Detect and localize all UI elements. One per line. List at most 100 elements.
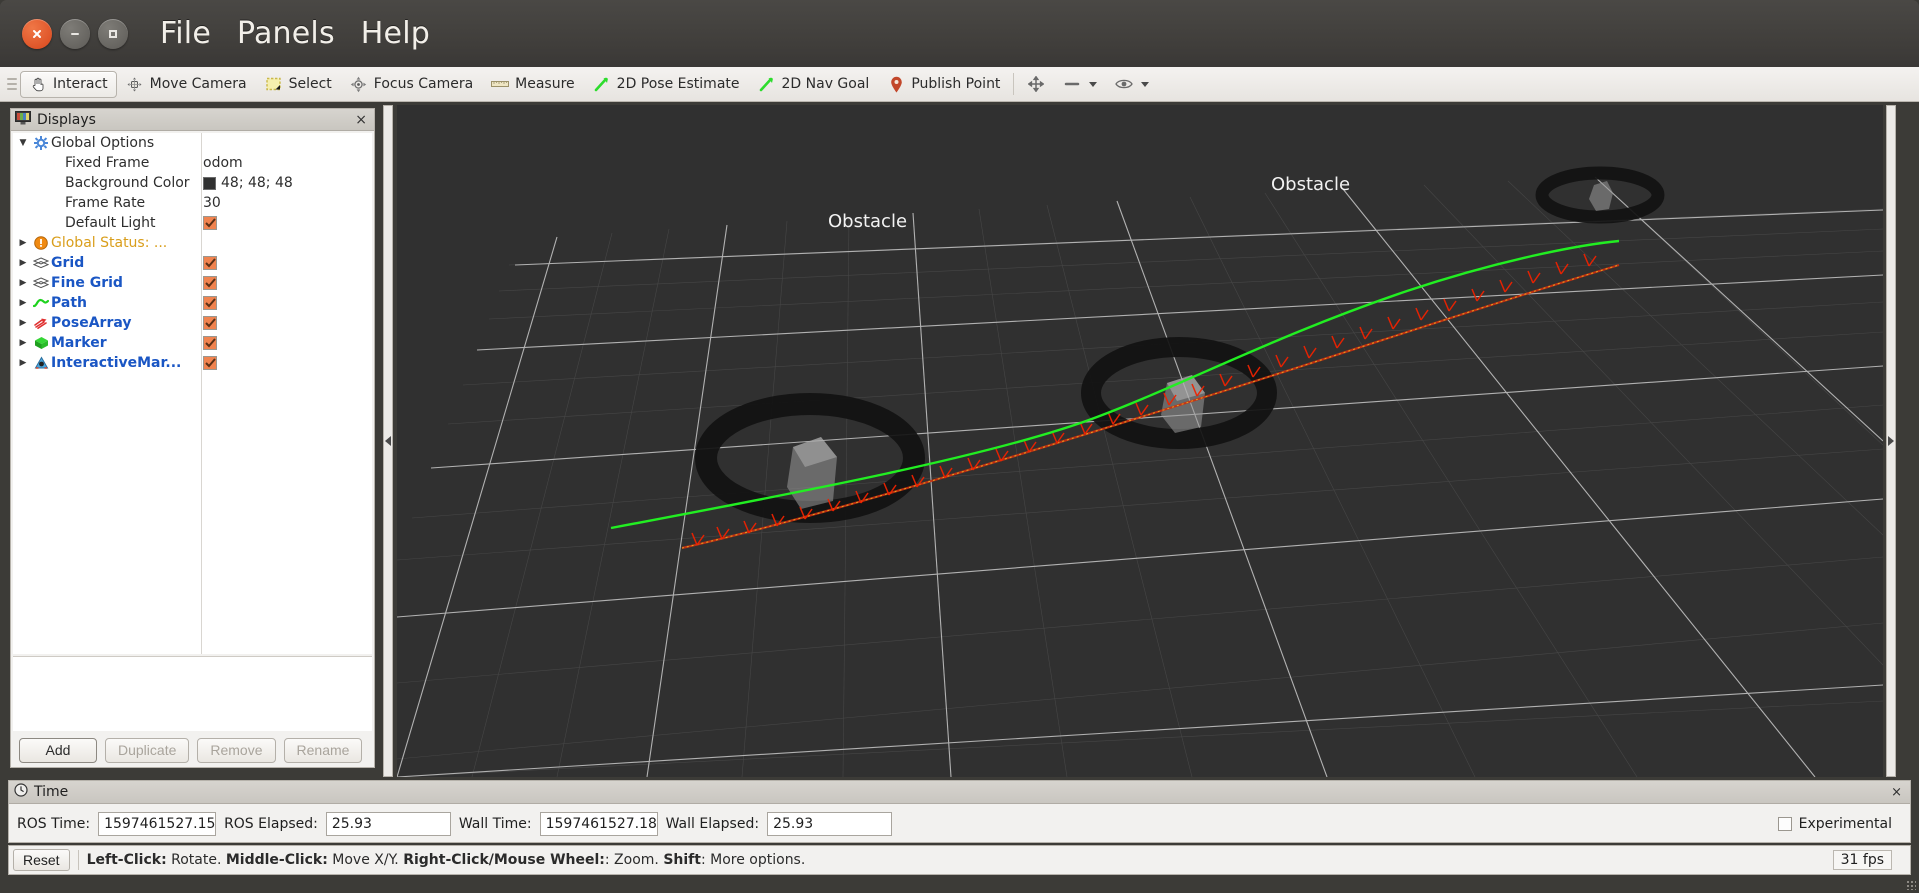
- expander-down-icon[interactable]: ▼: [15, 138, 31, 148]
- mouse-hint-text: Left-Click: Rotate. Middle-Click: Move X…: [87, 852, 806, 868]
- ros-time-field[interactable]: 1597461527.15: [98, 811, 217, 836]
- marker-cube-icon: [31, 336, 51, 350]
- expander-right-icon[interactable]: ▶: [15, 358, 31, 368]
- move-tool-icon: [1027, 75, 1045, 93]
- checkbox-default-light[interactable]: [203, 216, 217, 230]
- tree-value-cell[interactable]: 48; 48; 48: [203, 175, 293, 191]
- color-swatch: [203, 176, 216, 190]
- tool-move-extra[interactable]: [1018, 71, 1054, 98]
- obstacle-label-left: Obstacle: [828, 211, 907, 232]
- tree-value-cell[interactable]: [203, 276, 217, 290]
- menu-panels[interactable]: Panels: [237, 16, 335, 51]
- wall-time-label: Wall Time:: [458, 815, 532, 832]
- main-toolbar: Interact Move Camera Select Focus Camera…: [0, 67, 1919, 102]
- tree-value-cell[interactable]: [203, 296, 217, 310]
- experimental-checkbox[interactable]: [1777, 816, 1792, 831]
- reset-button[interactable]: Reset: [13, 849, 70, 871]
- tree-row-frame-rate[interactable]: Frame Rate 30: [13, 193, 372, 213]
- resize-grip[interactable]: [1906, 880, 1916, 890]
- menu-help[interactable]: Help: [361, 16, 430, 51]
- remove-button[interactable]: Remove: [197, 737, 276, 763]
- tree-value-cell[interactable]: [203, 256, 217, 270]
- tree-value-cell[interactable]: [203, 316, 217, 330]
- checkbox-fine-grid[interactable]: [203, 276, 217, 290]
- add-button[interactable]: Add: [19, 737, 97, 763]
- ros-elapsed-field[interactable]: 25.93: [325, 811, 451, 836]
- tree-row-path[interactable]: ▶ Path: [13, 293, 372, 313]
- tool-interact[interactable]: Interact: [20, 70, 117, 98]
- tool-measure[interactable]: Measure: [482, 71, 584, 98]
- chevron-down-icon[interactable]: [1089, 81, 1098, 87]
- tree-row-marker[interactable]: ▶ Marker: [13, 333, 372, 353]
- tool-focus-camera[interactable]: Focus Camera: [341, 71, 482, 98]
- tree-column-divider[interactable]: [201, 133, 202, 654]
- close-button[interactable]: [22, 18, 52, 49]
- tree-row-fine-grid[interactable]: ▶ Fine Grid: [13, 273, 372, 293]
- tool-publish-point-label: Publish Point: [911, 76, 1001, 92]
- tree-value-cell[interactable]: odom: [203, 155, 243, 171]
- menu-file[interactable]: File: [160, 16, 211, 51]
- tool-minus-extra[interactable]: [1054, 71, 1106, 98]
- wall-elapsed-field[interactable]: 25.93: [767, 811, 893, 836]
- tool-interact-label: Interact: [53, 76, 108, 92]
- experimental-toggle[interactable]: Experimental: [1777, 816, 1902, 832]
- tree-row-background-color[interactable]: Background Color 48; 48; 48: [13, 173, 372, 193]
- tool-eye-extra[interactable]: [1106, 71, 1158, 98]
- hand-cursor-icon: [29, 75, 47, 93]
- displays-button-row: Add Duplicate Remove Rename: [11, 733, 374, 767]
- posearray-icon: [31, 317, 51, 329]
- time-close-icon[interactable]: ×: [1888, 785, 1905, 800]
- tree-label: Default Light: [65, 215, 156, 231]
- tree-row-fixed-frame[interactable]: Fixed Frame odom: [13, 153, 372, 173]
- expander-right-icon[interactable]: ▶: [15, 338, 31, 348]
- expander-right-icon[interactable]: ▶: [15, 238, 31, 248]
- tool-move-camera[interactable]: Move Camera: [117, 71, 256, 98]
- tree-row-interactive-markers[interactable]: ▶ InteractiveMar...: [13, 353, 372, 373]
- left-panel-collapse-handle[interactable]: [383, 105, 393, 777]
- displays-close-icon[interactable]: ×: [352, 112, 370, 128]
- tool-2d-pose-estimate-label: 2D Pose Estimate: [616, 76, 740, 92]
- minus-tool-icon: [1063, 75, 1081, 93]
- tree-value-cell[interactable]: 30: [203, 195, 221, 211]
- expander-right-icon[interactable]: ▶: [15, 298, 31, 308]
- right-panel-collapse-handle[interactable]: [1886, 105, 1896, 777]
- tree-value-cell[interactable]: [203, 216, 217, 230]
- maximize-button[interactable]: [98, 18, 128, 49]
- path-icon: [31, 297, 51, 309]
- toolbar-drag-handle[interactable]: [7, 73, 17, 95]
- checkbox-interactive-markers[interactable]: [203, 356, 217, 370]
- expander-right-icon[interactable]: ▶: [15, 278, 31, 288]
- checkbox-posearray[interactable]: [203, 316, 217, 330]
- tool-select[interactable]: Select: [256, 71, 341, 98]
- duplicate-button[interactable]: Duplicate: [105, 737, 190, 763]
- displays-tree[interactable]: ▼ Global Options Fixed Frame odom Backgr…: [13, 133, 372, 654]
- rename-button[interactable]: Rename: [283, 737, 363, 763]
- tree-row-default-light[interactable]: Default Light: [13, 213, 372, 233]
- tree-row-posearray[interactable]: ▶ PoseArray: [13, 313, 372, 333]
- warning-icon: [31, 236, 51, 250]
- tree-row-global-status[interactable]: ▶ Global Status: ...: [13, 233, 372, 253]
- tree-row-global-options[interactable]: ▼ Global Options: [13, 133, 372, 153]
- grid-icon: [31, 277, 51, 289]
- checkbox-grid[interactable]: [203, 256, 217, 270]
- tree-value-cell[interactable]: [203, 356, 217, 370]
- wall-time-field[interactable]: 1597461527.18: [539, 811, 658, 836]
- tool-publish-point[interactable]: Publish Point: [878, 71, 1009, 98]
- obstacle-label-right: Obstacle: [1271, 174, 1350, 195]
- tool-2d-pose-estimate[interactable]: 2D Pose Estimate: [584, 71, 749, 98]
- tool-2d-nav-goal[interactable]: 2D Nav Goal: [749, 71, 879, 98]
- frame-rate-value: 30: [203, 195, 221, 211]
- tree-value-cell[interactable]: [203, 336, 217, 350]
- time-panel-header: Time ×: [9, 781, 1910, 804]
- checkbox-marker[interactable]: [203, 336, 217, 350]
- chevron-down-icon-2[interactable]: [1141, 81, 1150, 87]
- ros-time-label: ROS Time:: [17, 815, 91, 832]
- expander-right-icon[interactable]: ▶: [15, 318, 31, 328]
- fps-indicator: 31 fps: [1832, 850, 1892, 870]
- render-view-canvas: Obstacle Obstacle: [397, 105, 1883, 777]
- tree-row-grid[interactable]: ▶ Grid: [13, 253, 372, 273]
- render-view-3d[interactable]: Obstacle Obstacle: [397, 105, 1883, 777]
- checkbox-path[interactable]: [203, 296, 217, 310]
- expander-right-icon[interactable]: ▶: [15, 258, 31, 268]
- minimize-button[interactable]: [60, 18, 90, 49]
